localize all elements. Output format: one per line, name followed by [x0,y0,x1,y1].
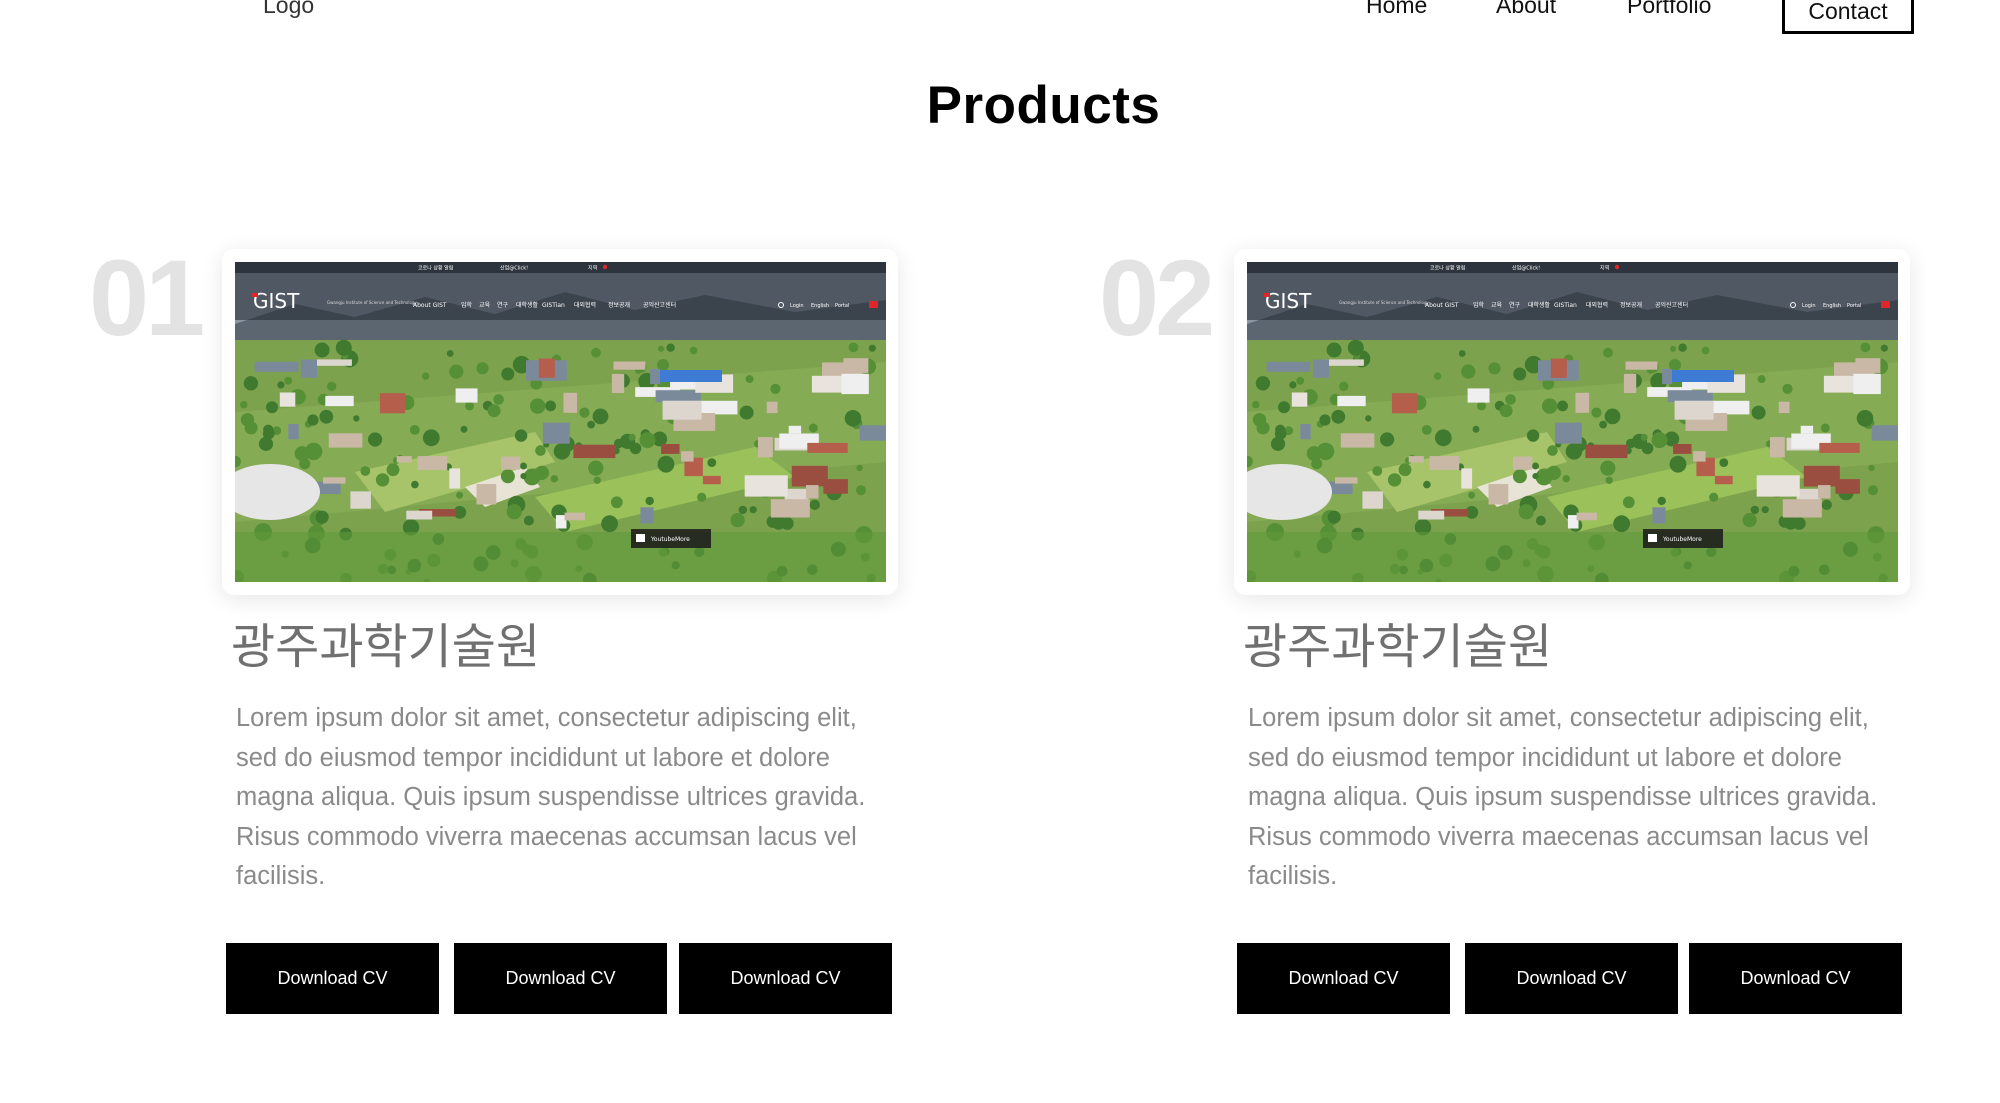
product-card[interactable]: 코로나 상황 알림 산업@Click! 지역 GIST Gwangju Institut… [1234,249,1910,595]
menu-icon [1881,301,1890,308]
menu-item: 공익신고센터 [1655,301,1688,309]
menu-item: 대학생활 [516,301,539,309]
nav-portfolio[interactable]: Portfolio [1627,0,1711,20]
product-screenshot[interactable]: 코로나 상황 알림 산업@Click! 지역 GIST Gwangju Institut… [1247,262,1898,582]
section-title: Products [926,76,1161,135]
menu-icon [869,301,878,308]
campus-image: 코로나 상황 알림 산업@Click! 지역 GIST Gwangju Institut… [235,262,886,582]
product-index: 02 [1099,237,1215,358]
menu-item: 교육 [1491,302,1503,309]
contact-button[interactable]: Contact [1782,0,1914,34]
top-link: 코로나 상황 알림 [1430,265,1465,272]
menu-item: 정보공개 [1620,301,1642,309]
brand-wordmark: GIST [253,289,300,313]
top-link: 산업@Click! [1512,265,1540,272]
menu-item: About GIST [1425,302,1459,309]
top-link: 코로나 상황 알림 [418,265,453,272]
top-link: 지역 [1600,265,1609,272]
utility-link: Login [790,303,804,309]
product-title: 광주과학기술원 [231,621,541,674]
utility-link: English [811,303,829,309]
download-cv-button[interactable]: Download CV [1465,943,1678,1014]
menu-item: About GIST [413,302,447,309]
download-cv-button[interactable]: Download CV [1237,943,1450,1014]
campus-image: 코로나 상황 알림 산업@Click! 지역 GIST Gwangju Institut… [1247,262,1898,582]
download-cv-button[interactable]: Download CV [454,943,667,1014]
video-label: YoutubeMore [650,536,690,543]
download-cv-button[interactable]: Download CV [679,943,892,1014]
product-description: Lorem ipsum dolor sit amet, consectetur … [1248,704,1878,890]
utility-link: Portal [1847,303,1861,309]
menu-item: 공익신고센터 [643,301,676,309]
nav-home[interactable]: Home [1366,0,1427,20]
menu-item: 대외협력 [1586,301,1608,309]
brand-subtitle: Gwangju Institute of Science and Technol… [1339,300,1429,305]
product-screenshot[interactable]: 코로나 상황 알림 산업@Click! 지역 GIST Gwangju Institut… [235,262,886,582]
menu-item: 입학 [1473,301,1485,309]
menu-item: 대외협력 [574,301,596,309]
utility-link: Login [1802,303,1816,309]
menu-item: 교육 [479,302,491,309]
flag-icon [1614,264,1620,270]
brand-subtitle: Gwangju Institute of Science and Technol… [327,300,417,305]
download-cv-button[interactable]: Download CV [1689,943,1902,1014]
menu-item: 정보공개 [608,301,630,309]
logo[interactable]: Logo [263,0,314,20]
menu-item: 연구 [497,301,509,309]
play-icon [636,534,645,542]
download-cv-button[interactable]: Download CV [226,943,439,1014]
menu-item: 대학생활 [1528,301,1551,309]
product-card[interactable]: 코로나 상황 알림 산업@Click! 지역 GIST Gwangju Institut… [222,249,898,595]
flag-icon [602,264,608,270]
product-title: 광주과학기술원 [1243,621,1553,674]
utility-link: Portal [835,303,849,309]
utility-link: English [1823,303,1841,309]
play-icon [1648,534,1657,542]
video-label: YoutubeMore [1662,536,1702,543]
product-index: 01 [89,237,205,358]
top-link: 산업@Click! [500,265,528,272]
top-link: 지역 [588,265,597,272]
nav-about[interactable]: About [1496,0,1556,20]
menu-item: GISTian [542,302,565,309]
product-description: Lorem ipsum dolor sit amet, consectetur … [236,704,866,890]
menu-item: 입학 [461,301,473,309]
menu-item: 연구 [1509,301,1521,309]
menu-item: GISTian [1554,302,1577,309]
brand-wordmark: GIST [1265,289,1312,313]
